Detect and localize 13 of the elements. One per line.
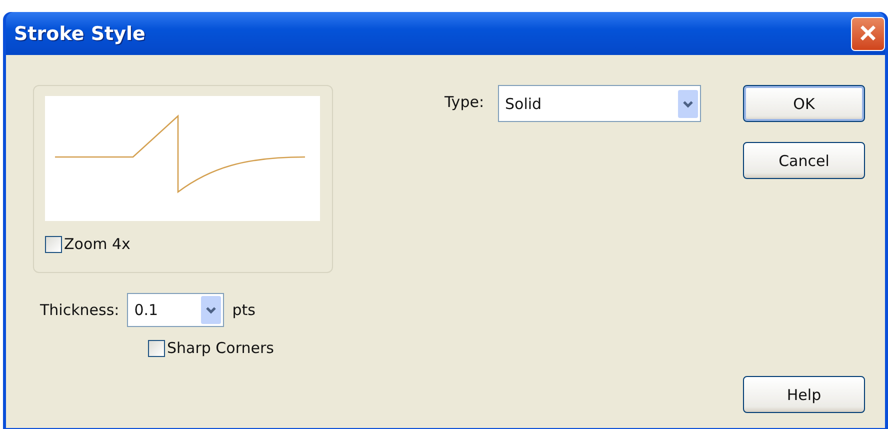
thickness-dropdown[interactable]: 0.1 [127,293,224,327]
checkbox[interactable] [148,340,165,356]
unit-label: pts [232,301,256,319]
thickness-label: Thickness: [40,301,120,319]
type-dropdown[interactable]: Solid [498,85,701,122]
dialog-button[interactable]: OK [743,85,865,122]
checkbox[interactable] [45,236,62,252]
type-label: Type: [444,93,484,111]
checkbox-label: Zoom 4x [64,235,130,253]
dialog-button[interactable]: Help [743,376,865,413]
checkbox-label: Sharp Corners [167,339,274,357]
window-title: Stroke Style [14,22,146,44]
dialog-button[interactable]: Cancel [743,142,865,179]
